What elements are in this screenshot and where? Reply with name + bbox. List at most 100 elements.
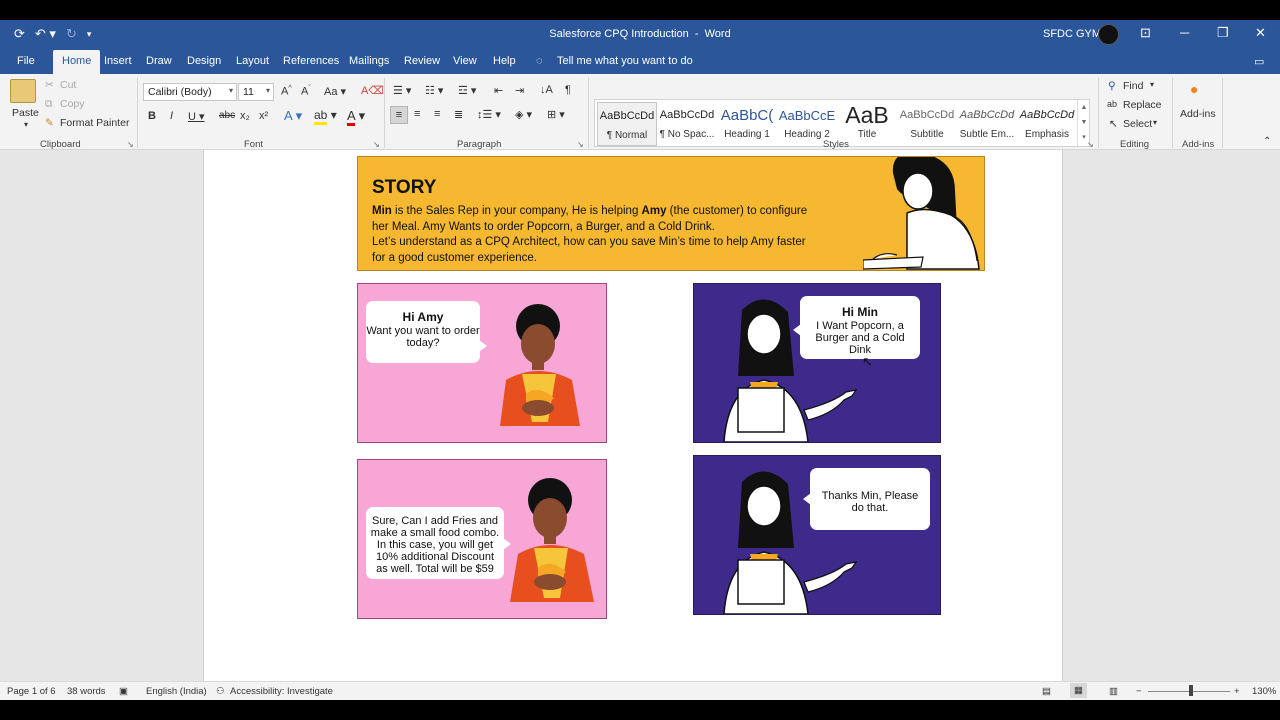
font-size-combo[interactable]: 11 ▾ (238, 83, 274, 101)
tab-file[interactable]: File (17, 55, 35, 67)
language-indicator[interactable]: English (India) (146, 686, 207, 697)
addins-button[interactable]: Add-ins (1180, 108, 1216, 120)
comments-icon[interactable]: ▭ (1254, 55, 1264, 68)
multilevel-list-icon[interactable]: ☲ ▾ (458, 84, 476, 97)
zoom-in-icon[interactable]: + (1234, 686, 1240, 697)
style-heading-1[interactable]: AaBbC(Heading 1 (717, 102, 777, 146)
story-name-bold: Amy (641, 205, 667, 217)
shading-icon[interactable]: ◈ ▾ (515, 108, 532, 121)
underline-icon[interactable]: U ▾ (188, 110, 205, 123)
tab-draw[interactable]: Draw (146, 55, 172, 67)
zoom-level[interactable]: 130% (1252, 686, 1276, 697)
text-effects-icon[interactable]: A ▾ (284, 108, 302, 124)
paste-icon[interactable] (10, 79, 36, 103)
chevron-down-icon[interactable]: ▾ (1150, 80, 1154, 89)
style-emphasis[interactable]: AaBbCcDd Emphasis (1017, 102, 1077, 146)
grow-font-icon[interactable]: A^ (281, 85, 292, 98)
word-count[interactable]: 38 words (67, 686, 106, 697)
separator (1172, 78, 1173, 148)
decrease-indent-icon[interactable]: ⇤ (494, 84, 503, 97)
format-painter-icon[interactable]: ✎ (45, 117, 54, 129)
tab-home[interactable]: Home (53, 50, 101, 74)
tab-layout[interactable]: Layout (236, 55, 269, 67)
ribbon-display-icon[interactable]: ⊡ (1140, 25, 1151, 41)
paragraph-launcher-icon[interactable]: ↘ (577, 140, 584, 149)
font-name-combo[interactable]: Calibri (Body) ▾ (143, 83, 237, 101)
tab-mailings[interactable]: Mailings (349, 55, 389, 67)
tab-insert[interactable]: Insert (104, 55, 132, 67)
find-button[interactable]: Find (1123, 80, 1143, 92)
italic-icon[interactable]: I (170, 110, 173, 122)
restore-icon[interactable]: ❐ (1217, 25, 1229, 41)
sort-icon[interactable]: ↓A (540, 84, 553, 96)
tab-review[interactable]: Review (404, 55, 440, 67)
bullets-icon[interactable]: ☰ ▾ (393, 84, 411, 97)
clipboard-launcher-icon[interactable]: ↘ (127, 140, 134, 149)
borders-icon[interactable]: ⊞ ▾ (547, 108, 565, 121)
font-color-icon[interactable]: A ▾ (347, 108, 365, 126)
document-canvas[interactable]: STORY Min is the Sales Rep in your compa… (0, 150, 1280, 681)
document-page[interactable]: STORY Min is the Sales Rep in your compa… (203, 150, 1063, 681)
read-mode-icon[interactable]: ▤ (1042, 686, 1051, 697)
zoom-slider-thumb[interactable] (1189, 685, 1193, 696)
clear-formatting-icon[interactable]: A⌫ (361, 84, 384, 97)
select-icon[interactable]: ↖ (1109, 118, 1118, 130)
replace-icon[interactable]: ab (1107, 99, 1117, 109)
strikethrough-icon[interactable]: abc (219, 110, 235, 121)
subscript-icon[interactable]: x₂ (240, 110, 250, 122)
line-spacing-icon[interactable]: ↕☰ ▾ (477, 108, 501, 121)
select-button[interactable]: Select (1123, 118, 1152, 130)
copy-icon[interactable]: ⧉ (45, 98, 53, 111)
web-layout-icon[interactable]: ▥ (1109, 686, 1118, 697)
tell-me-search[interactable]: Tell me what you want to do (557, 55, 693, 67)
lightbulb-icon: ◌ (536, 55, 543, 67)
highlight-icon[interactable]: ab ▾ (314, 108, 337, 125)
format-painter-button[interactable]: Format Painter (60, 117, 129, 129)
align-right-icon[interactable]: ≡ (434, 108, 440, 120)
tab-help[interactable]: Help (493, 55, 516, 67)
justify-icon[interactable]: ≣ (454, 108, 463, 121)
collapse-ribbon-icon[interactable]: ⌃ (1263, 136, 1271, 147)
panel-thanks-min: Thanks Min, Please do that. (693, 455, 941, 615)
cut-icon[interactable]: ✂ (45, 79, 54, 91)
align-center-icon[interactable]: ≡ (414, 108, 420, 120)
shrink-font-icon[interactable]: Aˇ (301, 85, 311, 98)
tab-references[interactable]: References (283, 55, 339, 67)
show-paragraph-marks-icon[interactable]: ¶ (565, 84, 571, 96)
tab-view[interactable]: View (453, 55, 477, 67)
cut-button[interactable]: Cut (60, 79, 76, 91)
style-subtitle[interactable]: AaBbCcDd Subtitle (897, 102, 957, 146)
avatar[interactable] (1098, 24, 1119, 45)
replace-button[interactable]: Replace (1123, 99, 1162, 111)
paste-dropdown-icon[interactable]: ▾ (24, 120, 28, 129)
user-name[interactable]: SFDC GYM (1043, 28, 1101, 40)
story-line: for a good customer experience. (372, 251, 842, 267)
bubble-text: Sure, Can I add Fries and make a small f… (370, 515, 500, 575)
addins-icon[interactable]: ● (1190, 81, 1198, 97)
paste-button[interactable]: Paste (12, 107, 39, 119)
accessibility-status[interactable]: Accessibility: Investigate (230, 686, 333, 697)
style-normal[interactable]: AaBbCcDd ¶ Normal (597, 102, 657, 146)
superscript-icon[interactable]: x² (259, 110, 268, 122)
chevron-down-icon[interactable]: ▾ (1153, 118, 1157, 127)
styles-launcher-icon[interactable]: ↘ (1087, 140, 1094, 149)
change-case-icon[interactable]: Aa ▾ (324, 85, 346, 98)
style-subtle-emphasis[interactable]: AaBbCcDd Subtle Em... (957, 102, 1017, 146)
minimize-icon[interactable]: ─ (1180, 25, 1189, 40)
print-layout-icon[interactable]: ▦ (1070, 683, 1087, 698)
bold-icon[interactable]: B (148, 110, 156, 122)
style-preview: AaBbCcDd (659, 109, 715, 121)
find-icon[interactable]: ⚲ (1108, 80, 1116, 92)
close-icon[interactable]: ✕ (1255, 25, 1266, 41)
story-banner: STORY Min is the Sales Rep in your compa… (357, 156, 985, 271)
style-no-spacing[interactable]: AaBbCcDd ¶ No Spac... (657, 102, 717, 146)
align-left-icon[interactable]: ≡ (390, 106, 408, 124)
page-count[interactable]: Page 1 of 6 (7, 686, 56, 697)
tab-design[interactable]: Design (187, 55, 221, 67)
numbering-icon[interactable]: ☷ ▾ (425, 84, 443, 97)
proofing-icon[interactable]: ▣ (119, 686, 128, 697)
font-launcher-icon[interactable]: ↘ (373, 140, 380, 149)
zoom-out-icon[interactable]: − (1136, 686, 1142, 697)
increase-indent-icon[interactable]: ⇥ (515, 84, 524, 97)
copy-button[interactable]: Copy (60, 98, 85, 110)
